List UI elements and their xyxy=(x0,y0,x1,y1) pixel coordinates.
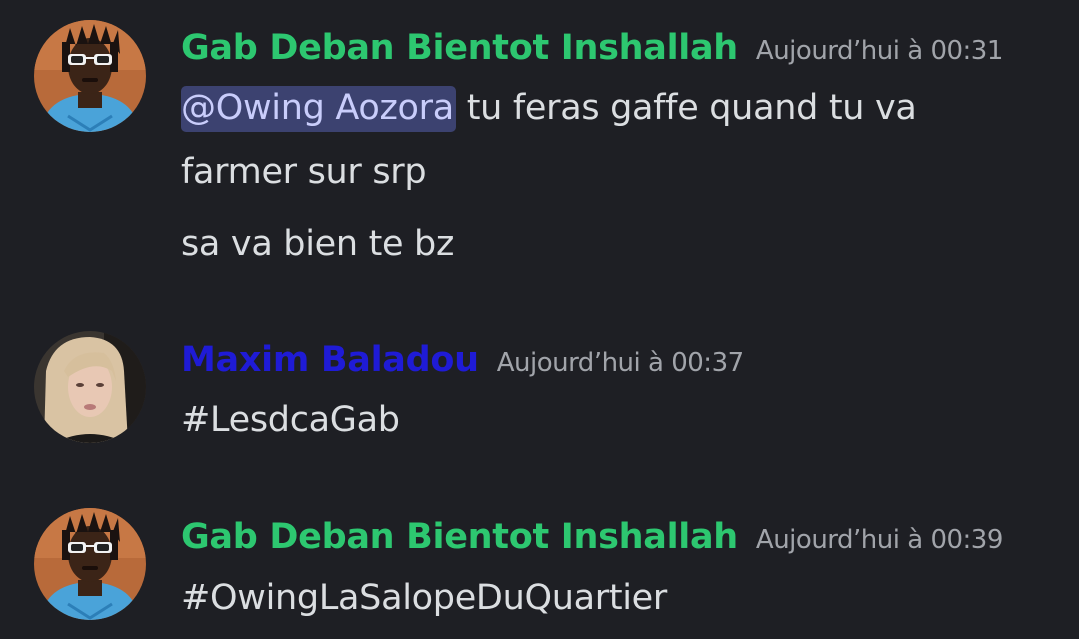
message-text: #LesdcaGab xyxy=(181,400,400,440)
author-name[interactable]: Maxim Baladou xyxy=(181,340,479,380)
message-text-segment: tu feras gaffe quand tu va xyxy=(455,88,917,128)
avatar-sunglasses-icon xyxy=(34,20,146,132)
avatar-sunglasses-icon xyxy=(34,508,146,620)
author-name[interactable]: Gab Deban Bientot Inshallah xyxy=(181,517,738,557)
author-name[interactable]: Gab Deban Bientot Inshallah xyxy=(181,28,738,68)
avatar-blonde-icon xyxy=(34,331,146,443)
message-text: @Owing Aozora tu feras gaffe quand tu va xyxy=(181,86,917,132)
message-text: farmer sur srp xyxy=(181,152,427,192)
message-timestamp: Aujourd’hui à 00:37 xyxy=(496,348,744,378)
user-avatar[interactable] xyxy=(34,20,146,132)
chat-message-list: Gab Deban Bientot Inshallah Aujourd’hui à… xyxy=(0,0,1079,639)
message-text: #OwingLaSalopeDuQuartier xyxy=(181,578,667,618)
user-avatar[interactable] xyxy=(34,331,146,443)
message-header: Gab Deban Bientot Inshallah Aujourd’hui à… xyxy=(181,517,1003,557)
user-avatar[interactable] xyxy=(34,508,146,620)
message-header: Gab Deban Bientot Inshallah Aujourd’hui à… xyxy=(181,28,1003,68)
message-text: sa va bien te bz xyxy=(181,224,455,264)
user-mention[interactable]: @Owing Aozora xyxy=(181,86,456,132)
message-timestamp: Aujourd’hui à 00:31 xyxy=(755,36,1003,66)
message-timestamp: Aujourd’hui à 00:39 xyxy=(755,525,1003,555)
message-header: Maxim Baladou Aujourd’hui à 00:37 xyxy=(181,340,744,380)
